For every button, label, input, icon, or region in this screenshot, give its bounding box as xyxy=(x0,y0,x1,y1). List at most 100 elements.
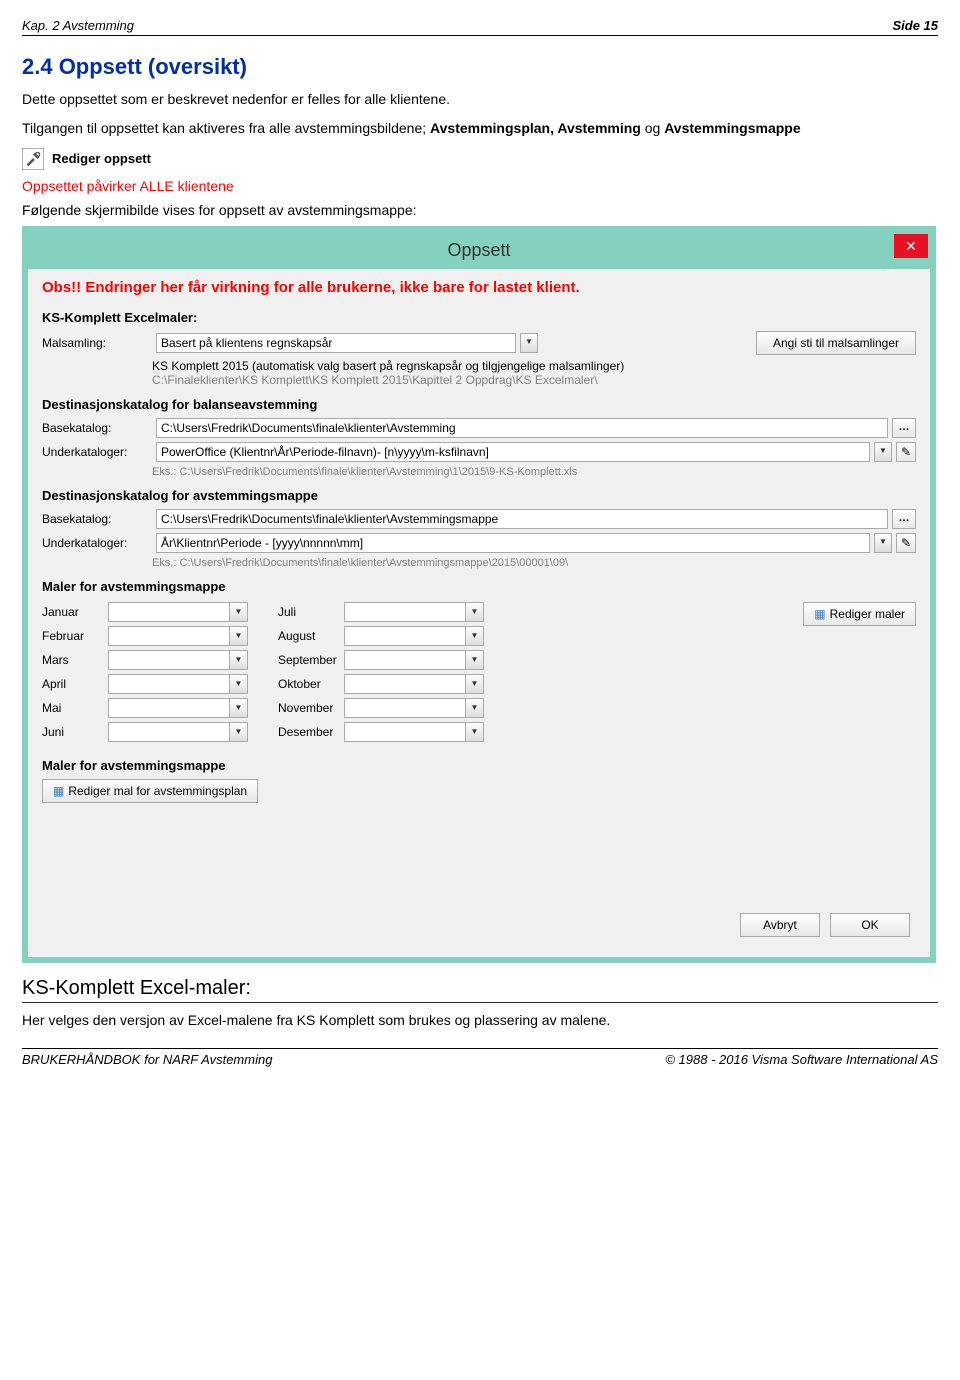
dropdown-icon[interactable]: ▼ xyxy=(465,603,483,621)
month-label: April xyxy=(42,677,108,691)
underkat-label: Underkataloger: xyxy=(42,445,152,459)
intro-3: Følgende skjermibilde vises for oppsett … xyxy=(22,202,938,218)
month-select[interactable]: ▼ xyxy=(108,650,248,670)
month-row: November ▼ xyxy=(278,698,484,718)
month-select[interactable]: ▼ xyxy=(344,674,484,694)
maler2-heading: Maler for avstemmingsmappe xyxy=(42,758,916,773)
basekatalog-input[interactable]: C:\Users\Fredrik\Documents\finale\klient… xyxy=(156,418,888,438)
ks-line2: KS Komplett 2015 (automatisk valg basert… xyxy=(152,359,916,373)
rediger-maler-button[interactable]: ▦ Rediger maler xyxy=(803,602,916,626)
rediger-mal-avstemmingsplan-button[interactable]: ▦ Rediger mal for avstemmingsplan xyxy=(42,779,258,803)
browse-button[interactable]: … xyxy=(892,509,916,529)
ok-button[interactable]: OK xyxy=(830,913,910,937)
month-label: Februar xyxy=(42,629,108,643)
month-row: Mai ▼ xyxy=(42,698,248,718)
month-select[interactable]: ▼ xyxy=(344,626,484,646)
dialog-title: Oppsett xyxy=(447,240,510,260)
dropdown-icon[interactable]: ▼ xyxy=(229,723,247,741)
month-select[interactable]: ▼ xyxy=(344,722,484,742)
section-title: 2.4 Oppsett (oversikt) xyxy=(22,54,938,80)
month-label: August xyxy=(278,629,344,643)
header-right: Side 15 xyxy=(892,18,938,33)
oppsett-dialog: Oppsett ✕ Obs!! Endringer her får virkni… xyxy=(22,226,936,963)
dropdown-icon[interactable]: ▼ xyxy=(520,333,538,353)
ks-heading: KS-Komplett Excelmaler: xyxy=(42,310,916,325)
malsamling-label: Malsamling: xyxy=(42,336,152,350)
month-row: Februar ▼ xyxy=(42,626,248,646)
month-row: Januar ▼ xyxy=(42,602,248,622)
ks-line3: C:\Finaleklienter\KS Komplett\KS Komplet… xyxy=(152,373,916,387)
month-row: April ▼ xyxy=(42,674,248,694)
month-label: Mai xyxy=(42,701,108,715)
page-footer: BRUKERHÅNDBOK for NARF Avstemming © 1988… xyxy=(22,1048,938,1067)
month-select[interactable]: ▼ xyxy=(344,602,484,622)
angi-sti-button[interactable]: Angi sti til malsamlinger xyxy=(756,331,916,355)
month-label: Desember xyxy=(278,725,344,739)
red-warning: Oppsettet påvirker ALLE klientene xyxy=(22,178,938,194)
dropdown-icon[interactable]: ▼ xyxy=(465,675,483,693)
dropdown-icon[interactable]: ▼ xyxy=(229,651,247,669)
bal-eks: Eks.: C:\Users\Fredrik\Documents\finale\… xyxy=(152,466,916,478)
dropdown-icon[interactable]: ▼ xyxy=(229,675,247,693)
avm-eks: Eks.: C:\Users\Fredrik\Documents\finale\… xyxy=(152,557,916,569)
browse-button[interactable]: … xyxy=(892,418,916,438)
month-select[interactable]: ▼ xyxy=(344,650,484,670)
underkat-label: Underkataloger: xyxy=(42,536,152,550)
month-select[interactable]: ▼ xyxy=(344,698,484,718)
avbryt-button[interactable]: Avbryt xyxy=(740,913,820,937)
dropdown-icon[interactable]: ▼ xyxy=(229,603,247,621)
footer-right: © 1988 - 2016 Visma Software Internation… xyxy=(665,1052,938,1067)
balans-heading: Destinasjonskatalog for balanseavstemmin… xyxy=(42,397,916,412)
month-select[interactable]: ▼ xyxy=(108,674,248,694)
document-icon: ▦ xyxy=(814,607,825,621)
avm-heading: Destinasjonskatalog for avstemmingsmappe xyxy=(42,488,916,503)
month-select[interactable]: ▼ xyxy=(108,698,248,718)
month-row: Oktober ▼ xyxy=(278,674,484,694)
dropdown-icon[interactable]: ▼ xyxy=(229,699,247,717)
footer-left: BRUKERHÅNDBOK for NARF Avstemming xyxy=(22,1052,272,1067)
month-select[interactable]: ▼ xyxy=(108,626,248,646)
dropdown-icon[interactable]: ▼ xyxy=(465,723,483,741)
month-row: September ▼ xyxy=(278,650,484,670)
month-label: Juli xyxy=(278,605,344,619)
ks-section-heading: KS-Komplett Excel-maler: xyxy=(22,977,938,1003)
dropdown-icon[interactable]: ▼ xyxy=(229,627,247,645)
month-select[interactable]: ▼ xyxy=(108,602,248,622)
month-label: Juni xyxy=(42,725,108,739)
month-row: August ▼ xyxy=(278,626,484,646)
month-label: Oktober xyxy=(278,677,344,691)
edit-icon[interactable]: ✎ xyxy=(896,442,916,462)
dropdown-icon[interactable]: ▼ xyxy=(465,651,483,669)
obs-warning: Obs!! Endringer her får virkning for all… xyxy=(42,279,916,296)
month-label: Mars xyxy=(42,653,108,667)
month-label: September xyxy=(278,653,344,667)
dropdown-icon[interactable]: ▼ xyxy=(465,627,483,645)
month-row: Juni ▼ xyxy=(42,722,248,742)
basekatalog-label: Basekatalog: xyxy=(42,512,152,526)
underkat-select[interactable]: PowerOffice (Klientnr\År\Periode-filnavn… xyxy=(156,442,870,462)
month-label: Januar xyxy=(42,605,108,619)
page-header: Kap. 2 Avstemming Side 15 xyxy=(22,18,938,36)
dropdown-icon[interactable]: ▼ xyxy=(874,442,892,462)
dropdown-icon[interactable]: ▼ xyxy=(874,533,892,553)
intro-1: Dette oppsettet som er beskrevet nedenfo… xyxy=(22,90,938,109)
basekatalog-label: Basekatalog: xyxy=(42,421,152,435)
month-row: Desember ▼ xyxy=(278,722,484,742)
tools-icon-label: Rediger oppsett xyxy=(52,151,151,166)
dropdown-icon[interactable]: ▼ xyxy=(465,699,483,717)
maler-heading: Maler for avstemmingsmappe xyxy=(42,579,916,594)
month-row: Mars ▼ xyxy=(42,650,248,670)
tools-icon-row: Rediger oppsett xyxy=(22,148,938,170)
close-button[interactable]: ✕ xyxy=(894,234,928,258)
tools-icon xyxy=(22,148,44,170)
document-icon: ▦ xyxy=(53,784,64,798)
intro-2: Tilgangen til oppsettet kan aktiveres fr… xyxy=(22,119,938,138)
malsamling-select[interactable]: Basert på klientens regnskapsår xyxy=(156,333,516,353)
month-select[interactable]: ▼ xyxy=(108,722,248,742)
edit-icon[interactable]: ✎ xyxy=(896,533,916,553)
month-label: November xyxy=(278,701,344,715)
header-left: Kap. 2 Avstemming xyxy=(22,18,134,33)
basekatalog-input[interactable]: C:\Users\Fredrik\Documents\finale\klient… xyxy=(156,509,888,529)
underkat-select[interactable]: År\Klientnr\Periode - [yyyy\nnnnn\mm] xyxy=(156,533,870,553)
ks-section-text: Her velges den versjon av Excel-malene f… xyxy=(22,1011,938,1030)
